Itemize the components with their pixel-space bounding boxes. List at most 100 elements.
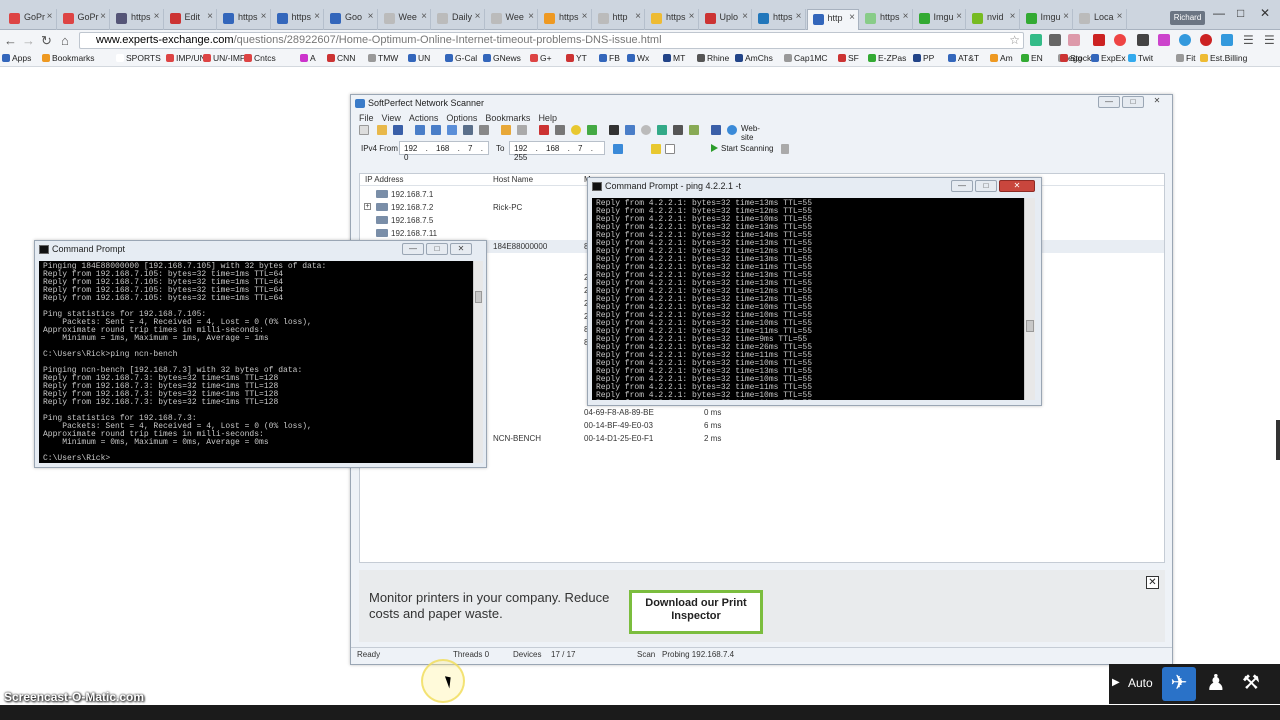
tray-arrow-icon[interactable]: ▶ [1112,677,1120,688]
tab-close-icon[interactable]: × [796,11,802,22]
bookmark-item[interactable]: G+ [530,53,552,63]
close-button[interactable]: ✕ [1146,96,1168,108]
maximize-button[interactable]: □ [426,243,448,255]
browser-tab[interactable]: Imgu × [914,9,966,30]
bookmark-item[interactable]: Am [990,53,1013,63]
browser-tab[interactable]: https × [111,9,164,30]
bookmark-item[interactable]: AT&T [948,53,979,63]
browser-tab[interactable]: Uplo × [700,9,752,30]
save-icon[interactable] [393,125,403,135]
column-ip-address[interactable]: IP Address [365,175,404,184]
browser-tab[interactable]: GoPr × [58,9,110,30]
browser-tab[interactable]: GoPr × [4,9,57,30]
menu-icon[interactable]: ☰ [1264,33,1275,47]
extension-icon[interactable] [1030,34,1042,46]
tab-close-icon[interactable]: × [742,11,748,22]
new-icon[interactable] [359,125,369,135]
extension-icon[interactable] [1158,34,1170,46]
bookmark-item[interactable]: E-ZPas [868,53,906,63]
adblock-icon[interactable] [1200,34,1212,46]
column-host-name[interactable]: Host Name [493,175,533,184]
folder-icon[interactable] [651,144,661,154]
tab-close-icon[interactable]: × [154,11,160,22]
tab-close-icon[interactable]: × [47,11,53,22]
reload-icon[interactable]: ↻ [41,33,52,49]
grid-icon[interactable] [447,125,457,135]
tab-close-icon[interactable]: × [1117,11,1123,22]
download-print-inspector-button[interactable]: Download our Print Inspector [629,590,763,634]
monitor-icon[interactable] [673,125,683,135]
forward-icon[interactable]: → [22,33,35,48]
bookmark-item[interactable]: Stock [1060,53,1091,63]
folder-icon[interactable] [501,125,511,135]
tab-close-icon[interactable]: × [207,11,213,22]
tray-tools-icon[interactable]: ⚒ [1242,670,1260,695]
browser-tab[interactable]: https × [753,9,806,30]
address-bar[interactable]: www.experts-exchange.com/questions/28922… [79,32,1024,49]
bookmark-item[interactable]: MT [663,53,685,63]
cmd-ping-output[interactable]: Reply from 4.2.2.1: bytes=32 time=13ms T… [592,198,1024,400]
menu-item-bookmarks[interactable]: Bookmarks [485,113,530,123]
pause-icon[interactable] [781,144,789,154]
extension-icon[interactable] [1068,34,1080,46]
delete-icon[interactable] [539,125,549,135]
bookmark-item[interactable]: ExpEx [1091,53,1126,63]
menu-item-options[interactable]: Options [446,113,477,123]
browser-tab[interactable]: https × [539,9,592,30]
bookmark-item[interactable]: Fit [1176,53,1195,63]
tools-icon[interactable] [517,125,527,135]
settings-icon[interactable] [641,125,651,135]
tab-close-icon[interactable]: × [261,11,267,22]
browser-tab[interactable]: Daily × [432,9,485,30]
bookmark-item[interactable]: Twit [1128,53,1153,63]
extension-icon[interactable] [1114,34,1126,46]
extension-icon[interactable] [1137,34,1149,46]
tray-auto-label[interactable]: Auto [1128,676,1153,690]
tab-close-icon[interactable]: × [368,11,374,22]
start-scanning-button[interactable]: Start Scanning [711,144,773,153]
bookmark-item[interactable]: PP [913,53,934,63]
home-icon[interactable]: ⌂ [61,33,69,48]
bookmark-item[interactable]: A [300,53,316,63]
bookmark-item[interactable]: Bookmarks [42,53,95,63]
cmd-output[interactable]: Pinging 184E88000000 [192.168.7.105] wit… [39,261,473,463]
back-icon[interactable]: ← [4,33,17,48]
menu-icon[interactable]: ☰ [1243,33,1254,47]
ip-from-input[interactable]: 192 . 168 . 7 . 0 [399,141,489,162]
help-icon[interactable] [711,125,721,135]
tab-close-icon[interactable]: × [956,11,962,22]
network-icon[interactable] [625,125,635,135]
bookmark-item[interactable]: Cap1MC [784,53,828,63]
tab-close-icon[interactable]: × [903,11,909,22]
close-button[interactable]: ✕ [999,180,1035,192]
bookmark-item[interactable]: Est.Billing [1200,53,1247,63]
copy-icon[interactable] [479,125,489,135]
bookmark-item[interactable]: UN [408,53,430,63]
bookmark-item[interactable]: SPORTS [116,53,161,63]
grid-icon[interactable] [431,125,441,135]
extension-icon[interactable] [1179,34,1191,46]
browser-tab[interactable]: Edit × [165,9,217,30]
tab-close-icon[interactable]: × [1063,11,1069,22]
tab-close-icon[interactable]: × [475,11,481,22]
maximize-button[interactable]: □ [975,180,997,192]
wrench-icon[interactable] [689,125,699,135]
minimize-button[interactable]: — [1098,96,1120,108]
bookmark-item[interactable]: G-Cal [445,53,477,63]
close-icon[interactable]: ✕ [1260,6,1270,20]
browser-tab[interactable]: https × [860,9,913,30]
tab-close-icon[interactable]: × [100,11,106,22]
browser-tab[interactable]: https × [646,9,699,30]
scrollbar-thumb[interactable] [475,291,482,303]
tab-close-icon[interactable]: × [421,11,427,22]
ad-close-icon[interactable]: ✕ [1146,576,1159,589]
tray-plane-icon[interactable]: ✈ [1162,667,1196,701]
bookmark-item[interactable]: Wx [627,53,649,63]
maximize-icon[interactable]: □ [1237,6,1244,20]
scrollbar-thumb[interactable] [1026,320,1034,332]
open-icon[interactable] [377,125,387,135]
bookmark-item[interactable]: GNews [483,53,521,63]
bookmark-item[interactable]: CNN [327,53,355,63]
tool-icon[interactable] [587,125,597,135]
extension-icon[interactable] [1221,34,1233,46]
